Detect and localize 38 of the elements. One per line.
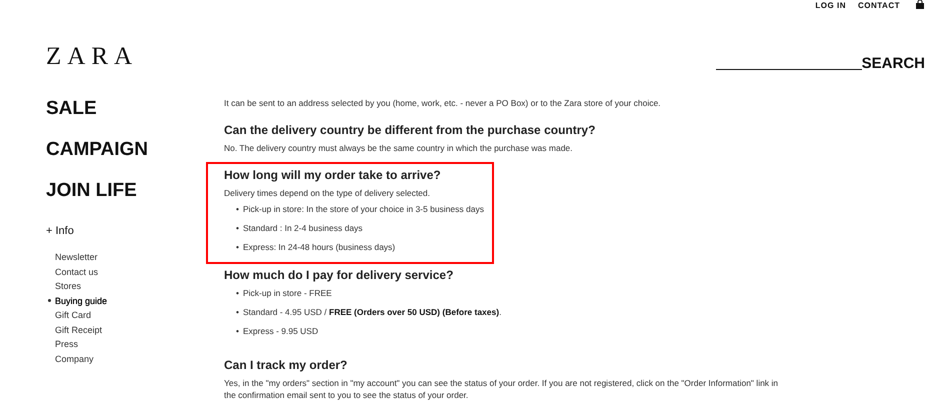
info-link[interactable]: Press	[46, 337, 78, 352]
question-heading: Can I track my order?	[224, 358, 348, 372]
question-heading: Can the delivery country be different from the purchase country?	[224, 123, 596, 137]
info-link[interactable]: Newsletter	[46, 250, 98, 264]
header-link[interactable]: LOG IN	[815, 1, 846, 10]
answer-text: Yes, in the "my orders" section in "my account" you can see the status of your order. If you are not registered, click on the "Order Information" link in the confirmation email sent to you to see the status of your order.	[224, 377, 780, 401]
info-link[interactable]: Company	[46, 352, 94, 366]
info-link[interactable]: Buying guide	[46, 294, 108, 308]
question-heading: How long will my order take to arrive?	[224, 168, 442, 182]
question-heading: How much do I pay for delivery service?	[224, 268, 454, 282]
list-bullet: •	[236, 222, 240, 234]
list-bullet: •	[236, 325, 240, 337]
bullet-item: Pick-up in store - FREE	[243, 287, 332, 299]
info-link[interactable]: Stores	[46, 279, 82, 294]
bullet-item: Express: In 24-48 hours (business days)	[243, 241, 396, 253]
list-bullet: •	[236, 203, 240, 215]
list-bullet: •	[236, 306, 240, 318]
list-bullet: •	[236, 287, 240, 299]
search-field[interactable]: SEARCH	[716, 55, 925, 72]
nav-link[interactable]: SALE	[46, 98, 97, 120]
bullet-item: Standard : In 2-4 business days	[243, 222, 363, 234]
nav-link[interactable]: JOIN LIFE	[46, 180, 137, 202]
bullet-item: Standard - 4.95 USD / FREE (Orders over 50 USD) (Before taxes).	[243, 306, 502, 318]
list-bullet: •	[236, 241, 240, 253]
bullet-item: Pick-up in store: In the store of your choice in 3-5 business days	[243, 203, 484, 215]
nav-link[interactable]: CAMPAIGN	[46, 139, 148, 161]
header-link[interactable]: CONTACT	[858, 1, 900, 10]
logo[interactable]: ZARA	[46, 44, 138, 70]
info-link[interactable]: Gift Card	[46, 308, 92, 322]
info-link[interactable]: Gift Receipt	[46, 322, 102, 337]
answer-text: Delivery times depend on the type of delivery selected.	[224, 187, 432, 199]
bullet-item: Express - 9.95 USD	[243, 325, 318, 337]
info-toggle[interactable]: + Info	[46, 225, 74, 237]
answer-text: It can be sent to an address selected by you (home, work, etc. - never a PO Box) or to the Zara store of your choice.	[224, 97, 662, 109]
shopping-bag-icon[interactable]	[916, 0, 924, 9]
current-dot-icon	[48, 299, 51, 302]
answer-text: No. The delivery country must always be the same country in which the purchase was made.	[224, 142, 574, 154]
info-link[interactable]: Contact us	[46, 264, 98, 279]
